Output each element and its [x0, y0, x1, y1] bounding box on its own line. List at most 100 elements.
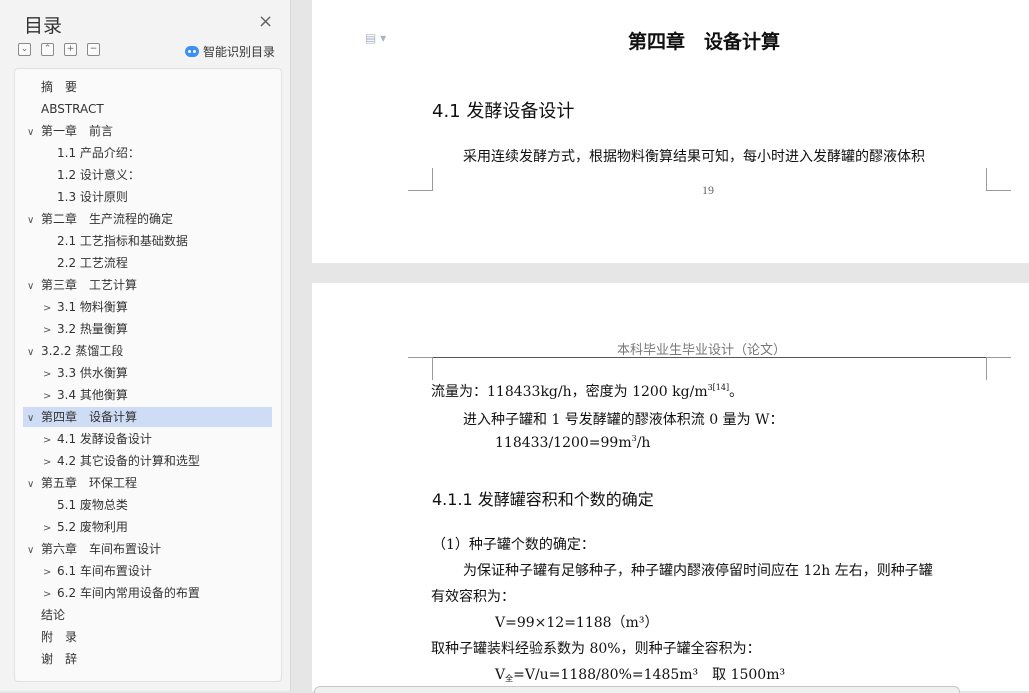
- toc-item[interactable]: >6.1 车间布置设计: [43, 561, 152, 581]
- chevron-right-icon[interactable]: >: [43, 321, 57, 341]
- toc-item-label: 结论: [41, 608, 66, 622]
- chevron-down-icon[interactable]: ∨: [27, 277, 41, 297]
- page-corner-mark: [408, 357, 433, 380]
- toc-item-label: 3.3 供水衡算: [57, 366, 128, 380]
- chevron-right-icon[interactable]: >: [43, 453, 57, 473]
- toc-item[interactable]: 2.2 工艺流程: [43, 253, 128, 273]
- toc-item-label: 2.1 工艺指标和基础数据: [57, 234, 188, 248]
- page-corner-mark: [408, 168, 433, 191]
- body-line: 取种子罐装料经验系数为 80%，则种子罐全容积为：: [431, 641, 761, 657]
- toc-item-label: 3.4 其他衡算: [57, 388, 128, 402]
- section-heading: 4.1 发酵设备设计: [432, 101, 575, 122]
- document-menu-icon[interactable]: ▤ ▾: [365, 31, 386, 45]
- chevron-right-icon[interactable]: >: [43, 365, 57, 385]
- page-number: 19: [702, 183, 714, 197]
- body-line: 为保证种子罐有足够种子，种子罐内醪液停留时间应在 12h 左右，则种子罐: [463, 563, 933, 579]
- chevron-down-icon[interactable]: ∨: [27, 123, 41, 143]
- toc-item-label: 4.2 其它设备的计算和选型: [57, 454, 200, 468]
- toc-item-label: 3.2.2 蒸馏工段: [41, 344, 124, 358]
- page-corner-mark: [986, 168, 1011, 191]
- close-icon[interactable]: ×: [258, 13, 273, 31]
- toc-item[interactable]: ∨ 第一章 前言: [27, 121, 113, 141]
- formula-line: V全=V/u=1188/80%=1485m³ 取 1500m³: [495, 667, 786, 683]
- chevron-right-icon[interactable]: >: [43, 299, 57, 319]
- toc-item[interactable]: 谢 辞: [27, 649, 77, 669]
- ai-robot-icon: [185, 46, 199, 57]
- toc-item[interactable]: 结论: [27, 605, 65, 625]
- horizontal-scrollbar[interactable]: [314, 686, 960, 693]
- toc-item[interactable]: 2.1 工艺指标和基础数据: [43, 231, 188, 251]
- toc-item[interactable]: 附 录: [27, 627, 77, 647]
- chevron-down-icon[interactable]: ∨: [27, 343, 41, 363]
- toc-item-label: 1.2 设计意义：: [57, 168, 140, 182]
- toc-toolbar: ⌄ ⌃ + −: [18, 43, 100, 56]
- toc-item-label: 谢 辞: [41, 652, 78, 666]
- page-header: 本科毕业生毕业设计（论文）: [617, 343, 787, 358]
- toc-item-label: 摘 要: [41, 80, 78, 94]
- toc-item-label: 第二章 生产流程的确定: [41, 212, 174, 226]
- toc-item-label: 1.3 设计原则: [57, 190, 128, 204]
- chevron-right-icon[interactable]: >: [43, 585, 57, 605]
- toc-item-label: 第三章 工艺计算: [41, 278, 138, 292]
- body-paragraph: 采用连续发酵方式，根据物料衡算结果可知，每小时进入发酵罐的醪液体积: [463, 149, 925, 165]
- smart-toc-label: 智能识别目录: [203, 45, 276, 59]
- toc-list: 摘 要 ABSTRACT ∨ 第一章 前言 1.1 产品介绍： 1.2 设计意义： 1.3 …: [14, 68, 282, 682]
- collapse-all-icon[interactable]: ⌃: [41, 43, 54, 56]
- toc-item-label: 5.1 废物总类: [57, 498, 128, 512]
- formula-line: 118433/1200=99m3/h: [495, 434, 651, 451]
- toc-item-label: 3.2 热量衡算: [57, 322, 128, 336]
- toc-item[interactable]: ∨ 第五章 环保工程: [27, 473, 137, 493]
- chevron-right-icon[interactable]: >: [43, 563, 57, 583]
- subsection-heading: 4.1.1 发酵罐容积和个数的确定: [432, 490, 654, 509]
- chevron-right-icon[interactable]: >: [43, 431, 57, 451]
- toc-item[interactable]: >4.2 其它设备的计算和选型: [43, 451, 200, 471]
- smart-toc-button[interactable]: 智能识别目录: [185, 43, 275, 60]
- toc-item[interactable]: >5.2 废物利用: [43, 517, 128, 537]
- toc-item[interactable]: >6.2 车间内常用设备的布置: [43, 583, 200, 603]
- toc-item-label: 第六章 车间布置设计: [41, 542, 162, 556]
- toc-item-label: 2.2 工艺流程: [57, 256, 128, 270]
- chevron-down-icon[interactable]: ∨: [27, 409, 41, 429]
- toc-item[interactable]: >4.1 发酵设备设计: [43, 429, 152, 449]
- sidebar-title: 目录: [24, 15, 63, 37]
- chevron-down-icon[interactable]: ∨: [27, 475, 41, 495]
- toc-item[interactable]: >3.2 热量衡算: [43, 319, 128, 339]
- toc-item[interactable]: ∨ 第二章 生产流程的确定: [27, 209, 173, 229]
- chevron-down-icon[interactable]: ∨: [27, 211, 41, 231]
- chevron-right-icon[interactable]: >: [43, 519, 57, 539]
- chevron-down-icon[interactable]: ∨: [27, 541, 41, 561]
- formula-line: V=99×12=1188（m³）: [495, 615, 659, 631]
- add-heading-icon[interactable]: +: [64, 43, 77, 56]
- toc-item[interactable]: 1.2 设计意义：: [43, 165, 140, 185]
- toc-item-label: 第五章 环保工程: [41, 476, 138, 490]
- toc-item[interactable]: ∨ 第四章 设备计算: [23, 407, 272, 427]
- toc-item-label: 第四章 设备计算: [41, 410, 138, 424]
- toc-item-label: 4.1 发酵设备设计: [57, 432, 152, 446]
- toc-item[interactable]: ∨ 第六章 车间布置设计: [27, 539, 161, 559]
- body-line: 有效容积为：: [431, 589, 515, 605]
- body-line: 流量为：118433kg/h，密度为 1200 kg/m3[14]。: [431, 383, 744, 400]
- toc-item[interactable]: >3.4 其他衡算: [43, 385, 128, 405]
- toc-item-label: 3.1 物料衡算: [57, 300, 128, 314]
- expand-all-icon[interactable]: ⌄: [18, 43, 31, 56]
- toc-item[interactable]: ∨ 3.2.2 蒸馏工段: [27, 341, 123, 361]
- toc-item[interactable]: 摘 要: [27, 77, 77, 97]
- toc-item-label: ABSTRACT: [41, 102, 104, 116]
- toc-sidebar: 目录 × ⌄ ⌃ + − 智能识别目录 摘 要 ABSTRACT ∨ 第一章 前言 1.…: [0, 0, 291, 691]
- chapter-heading: 第四章 设备计算: [628, 31, 781, 53]
- page-corner-mark: [986, 357, 1011, 380]
- toc-item[interactable]: 1.1 产品介绍：: [43, 143, 140, 163]
- remove-heading-icon[interactable]: −: [87, 43, 100, 56]
- header-rule: [431, 357, 986, 358]
- toc-item-label: 5.2 废物利用: [57, 520, 128, 534]
- toc-item[interactable]: 1.3 设计原则: [43, 187, 128, 207]
- body-line: 进入种子罐和 1 号发酵罐的醪液体积流 0 量为 W：: [463, 412, 784, 428]
- toc-item-label: 6.2 车间内常用设备的布置: [57, 586, 200, 600]
- chevron-right-icon[interactable]: >: [43, 387, 57, 407]
- toc-item[interactable]: >3.1 物料衡算: [43, 297, 128, 317]
- toc-item[interactable]: 5.1 废物总类: [43, 495, 128, 515]
- toc-item[interactable]: ABSTRACT: [27, 99, 104, 119]
- toc-item-label: 6.1 车间布置设计: [57, 564, 152, 578]
- toc-item[interactable]: >3.3 供水衡算: [43, 363, 128, 383]
- toc-item[interactable]: ∨ 第三章 工艺计算: [27, 275, 137, 295]
